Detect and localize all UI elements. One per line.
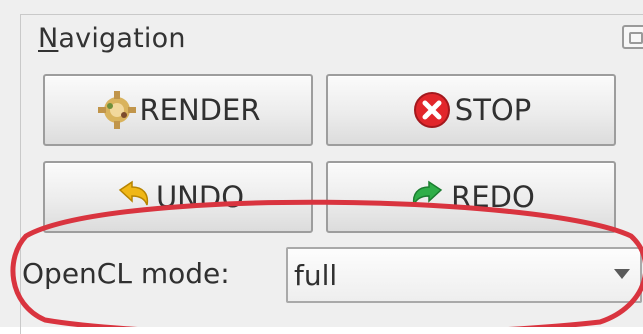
redo-button-label: REDO — [451, 180, 535, 214]
stop-icon — [413, 92, 450, 128]
chevron-down-icon — [614, 269, 630, 279]
stop-button[interactable]: STOP — [326, 74, 616, 146]
panel-title-text: avigation — [58, 23, 186, 54]
undo-button[interactable]: UNDO — [43, 161, 313, 233]
render-button[interactable]: RENDER — [43, 74, 313, 146]
opencl-mode-value: full — [294, 259, 338, 292]
opencl-mode-label: OpenCL mode: — [22, 257, 230, 290]
redo-button[interactable]: REDO — [326, 161, 616, 233]
render-button-label: RENDER — [139, 93, 261, 127]
redo-icon — [413, 180, 443, 206]
render-gear-icon — [97, 91, 136, 129]
undo-icon — [118, 180, 149, 206]
panel-title: Navigation — [38, 20, 186, 58]
stop-button-label: STOP — [454, 93, 532, 127]
opencl-mode-row: OpenCL mode: full — [0, 240, 643, 310]
panel-title-mnemonic: N — [38, 23, 59, 54]
navigation-panel: Navigation RENDER STOP UNDO REDO OpenCL … — [0, 0, 643, 334]
opencl-mode-select[interactable]: full — [286, 247, 642, 303]
float-panel-icon[interactable] — [622, 25, 643, 49]
undo-button-label: UNDO — [155, 180, 245, 214]
